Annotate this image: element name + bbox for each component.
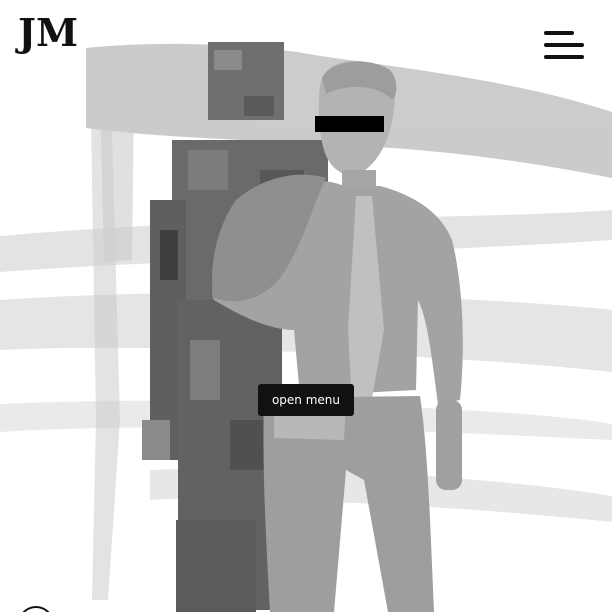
landing-page: JM open menu xyxy=(0,0,612,612)
hero-image xyxy=(0,42,612,612)
tooltip-label: open menu xyxy=(271,393,341,407)
logo-letters: JM xyxy=(18,10,79,55)
menu-button[interactable] xyxy=(540,28,588,68)
hamburger-icon-line xyxy=(544,43,584,47)
hamburger-icon xyxy=(544,31,574,35)
open-menu-tooltip: open menu xyxy=(258,384,354,416)
site-logo[interactable]: JM xyxy=(14,10,78,66)
hamburger-icon-line xyxy=(544,55,584,59)
censor-bar xyxy=(315,116,384,132)
